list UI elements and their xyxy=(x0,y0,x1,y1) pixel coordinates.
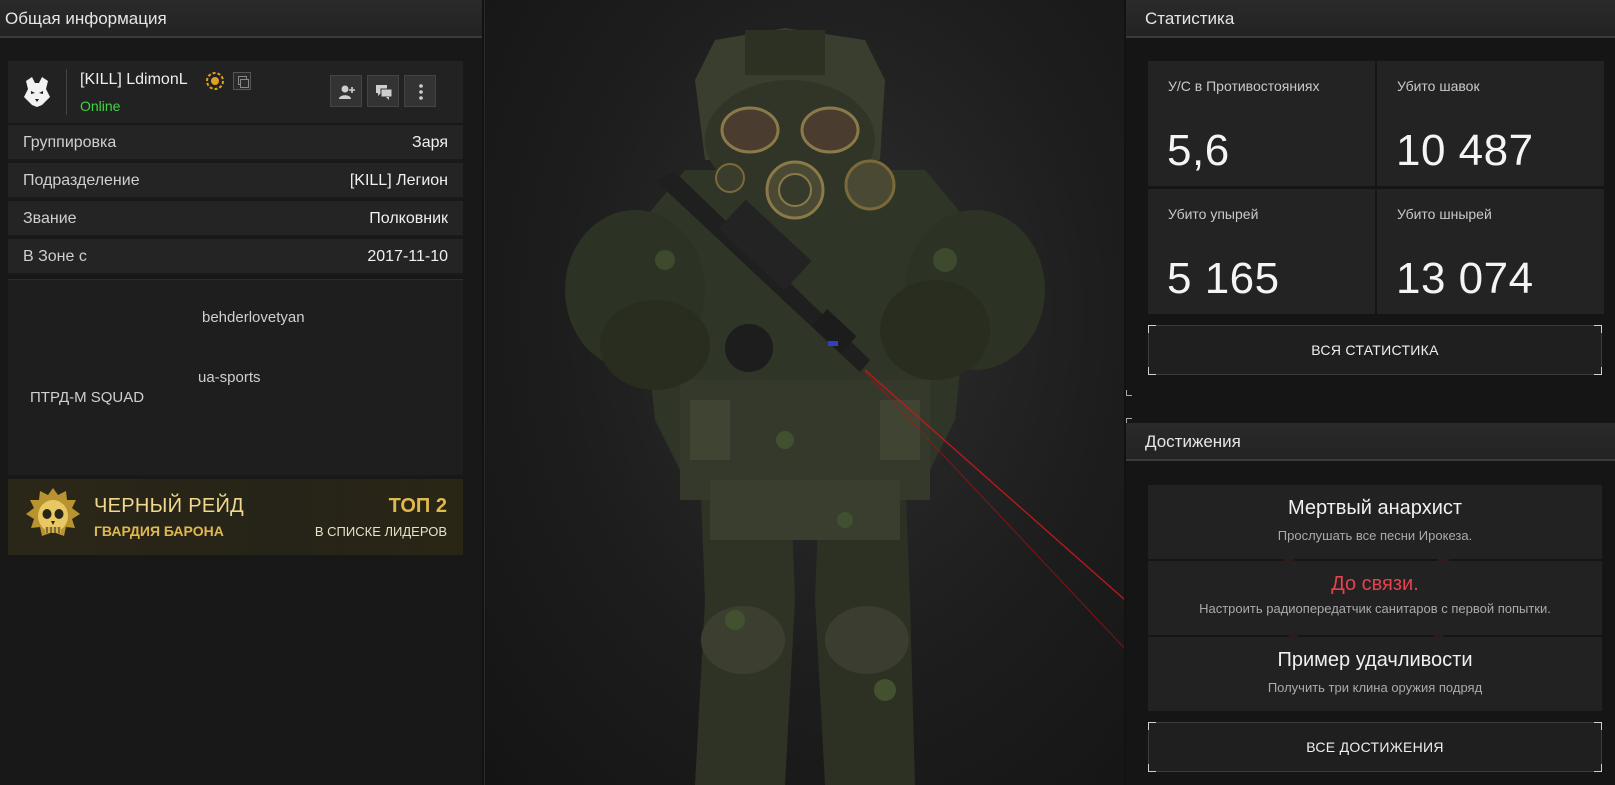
all-achievements-button[interactable]: ВСЕ ДОСТИЖЕНИЯ xyxy=(1148,722,1602,772)
rank-badge-icon xyxy=(206,72,224,90)
achievement-desc: Получить три клина оружия подряд xyxy=(1267,680,1483,695)
stat-value: 5,6 xyxy=(1167,126,1230,175)
stat-label: Убито шнырей xyxy=(1397,206,1492,222)
button-label: ВСЯ СТАТИСТИКА xyxy=(1311,342,1439,358)
black-raid-banner[interactable]: ЧЕРНЫЙ РЕЙД ГВАРДИЯ БАРОНА ТОП 2 В СПИСК… xyxy=(8,479,463,555)
info-value: 2017-11-10 xyxy=(367,248,448,265)
achievements-header: Достижения xyxy=(1126,423,1615,461)
info-row-rank: Звание Полковник xyxy=(8,201,463,237)
statistics-header: Статистика xyxy=(1126,0,1615,38)
chat-icon xyxy=(376,85,393,100)
add-friend-button[interactable] xyxy=(330,75,362,107)
raid-top-place: ТОП 2 xyxy=(388,495,447,517)
add-friend-icon xyxy=(339,85,355,99)
info-key: Звание xyxy=(23,210,77,227)
all-statistics-button[interactable]: ВСЯ СТАТИСТИКА xyxy=(1148,325,1602,375)
info-value: Полковник xyxy=(369,210,448,227)
statistics-title: Статистика xyxy=(1145,9,1235,28)
stat-shnyri-killed: Убито шнырей 13 074 xyxy=(1377,189,1604,314)
info-key: В Зоне с xyxy=(23,248,87,265)
skull-emblem-icon xyxy=(26,488,80,536)
player-nickname: [KILL] LdimonL xyxy=(80,71,188,88)
achievement-item[interactable]: До связи. Настроить радиопередатчик сани… xyxy=(1148,561,1602,635)
tag[interactable]: ua-sports xyxy=(198,369,261,386)
achievement-title: Мертвый анархист xyxy=(1287,497,1463,519)
stat-label: Убито упырей xyxy=(1168,206,1259,222)
achievement-item[interactable]: Пример удачливости Получить три клина ор… xyxy=(1148,637,1602,711)
more-icon xyxy=(419,84,423,100)
tag[interactable]: behderlovetyan xyxy=(202,309,305,326)
info-row-faction: Группировка Заря xyxy=(8,125,463,161)
stat-upyri-killed: Убито упырей 5 165 xyxy=(1148,189,1375,314)
more-options-button[interactable] xyxy=(404,75,436,107)
info-row-since: В Зоне с 2017-11-10 xyxy=(8,239,463,275)
info-value: [KILL] Легион xyxy=(349,172,448,189)
tag[interactable]: ПТРД-М SQUAD xyxy=(30,389,144,406)
info-row-division: Подразделение [KILL] Легион xyxy=(8,163,463,199)
button-label: ВСЕ ДОСТИЖЕНИЯ xyxy=(1306,739,1444,755)
stat-shavki-killed: Убито шавок 10 487 xyxy=(1377,61,1604,186)
wolf-icon xyxy=(24,77,50,107)
player-tags-area: behderlovetyan ua-sports ПТРД-М SQUAD xyxy=(8,279,463,475)
stat-value: 5 165 xyxy=(1167,254,1280,303)
divider xyxy=(66,69,67,115)
achievement-desc: Прослушать все песни Ирокеза. xyxy=(1277,528,1473,543)
raid-subtitle: ГВАРДИЯ БАРОНА xyxy=(94,523,224,539)
soldier-model-image xyxy=(565,28,1124,785)
general-info-panel: Общая информация [KILL] LdimonL Online Г… xyxy=(0,0,482,785)
chat-button[interactable] xyxy=(367,75,399,107)
achievements-title: Достижения xyxy=(1145,432,1241,451)
character-model-view[interactable] xyxy=(484,0,1124,785)
panel-title: Общая информация xyxy=(5,9,167,28)
stat-value: 10 487 xyxy=(1396,126,1534,175)
raid-top-caption: В СПИСКЕ ЛИДЕРОВ xyxy=(314,524,447,539)
stat-label: Убито шавок xyxy=(1397,78,1480,94)
info-key: Подразделение xyxy=(23,172,140,189)
stat-kd-ratio: У/С в Противостояниях 5,6 xyxy=(1148,61,1375,186)
achievement-title: До связи. xyxy=(1331,573,1419,595)
achievement-item[interactable]: Мертвый анархист Прослушать все песни Ир… xyxy=(1148,485,1602,559)
copy-icon[interactable] xyxy=(233,72,251,90)
achievement-title: Пример удачливости xyxy=(1277,649,1473,671)
profile-card: [KILL] LdimonL Online xyxy=(8,61,463,123)
online-status: Online xyxy=(80,98,121,114)
raid-title: ЧЕРНЫЙ РЕЙД xyxy=(94,495,244,517)
stat-label: У/С в Противостояниях xyxy=(1168,78,1320,94)
info-key: Группировка xyxy=(23,134,117,151)
panel-corner xyxy=(1126,390,1132,396)
info-value: Заря xyxy=(412,134,448,151)
general-info-header: Общая информация xyxy=(0,0,482,38)
stats-achievements-panel: Статистика У/С в Противостояниях 5,6 Уби… xyxy=(1126,0,1615,785)
stat-value: 13 074 xyxy=(1396,254,1534,303)
achievement-desc: Настроить радиопередатчик санитаров с пе… xyxy=(1199,601,1551,616)
